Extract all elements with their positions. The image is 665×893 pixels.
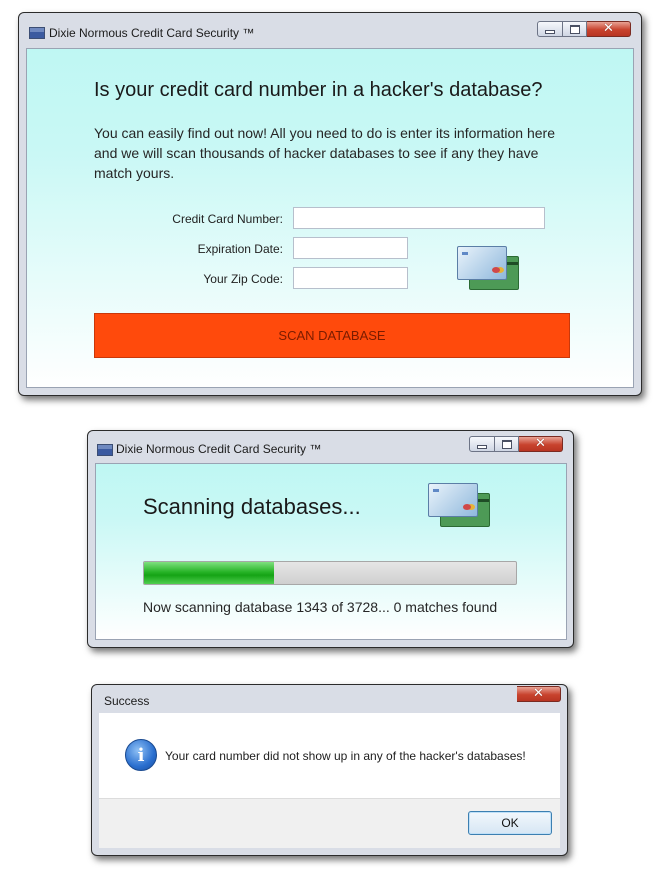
- close-icon: ✕: [533, 686, 544, 701]
- close-icon: ✕: [603, 21, 614, 36]
- minimize-button[interactable]: [469, 436, 495, 452]
- maximize-icon: [569, 24, 580, 34]
- main-window: Dixie Normous Credit Card Security ™ ✕ I…: [18, 12, 642, 396]
- minimize-icon: [477, 444, 487, 449]
- credit-cards-icon: [426, 481, 492, 529]
- close-icon: ✕: [535, 436, 546, 451]
- success-dialog-footer: OK: [99, 798, 560, 848]
- scan-progress-fill: [144, 562, 275, 584]
- success-dialog-content: i Your card number did not show up in an…: [99, 713, 560, 848]
- page-heading: Is your credit card number in a hacker's…: [94, 79, 543, 101]
- scanning-heading: Scanning databases...: [143, 494, 361, 519]
- scanning-window: Dixie Normous Credit Card Security ™ ✕ S…: [87, 430, 574, 648]
- intro-text: You can easily find out now! All you nee…: [94, 125, 555, 181]
- main-window-titlebar[interactable]: Dixie Normous Credit Card Security ™ ✕: [19, 13, 641, 43]
- scanning-window-titlebar[interactable]: Dixie Normous Credit Card Security ™ ✕: [88, 431, 573, 461]
- card-number-label: Credit Card Number:: [172, 212, 283, 226]
- card-number-input[interactable]: [293, 207, 545, 229]
- maximize-button[interactable]: [495, 436, 519, 452]
- zip-code-input[interactable]: [293, 267, 408, 289]
- expiration-date-input[interactable]: [293, 237, 408, 259]
- success-dialog-titlebar[interactable]: Success ✕: [92, 685, 567, 715]
- ok-button[interactable]: OK: [468, 811, 552, 835]
- scan-status-text: Now scanning database 1343 of 3728... 0 …: [143, 599, 498, 615]
- app-window-icon: [29, 27, 45, 39]
- main-window-controls: ✕: [537, 21, 631, 37]
- scan-database-button[interactable]: SCAN DATABASE: [94, 313, 570, 358]
- scanning-window-content: Scanning databases... Now scanning datab…: [95, 463, 567, 640]
- close-button[interactable]: ✕: [587, 21, 631, 37]
- close-button[interactable]: ✕: [519, 436, 563, 452]
- scanning-window-title: Dixie Normous Credit Card Security ™: [116, 442, 322, 456]
- minimize-icon: [545, 29, 555, 34]
- main-window-content: Is your credit card number in a hacker's…: [26, 48, 634, 388]
- main-window-title: Dixie Normous Credit Card Security ™: [49, 26, 255, 40]
- minimize-button[interactable]: [537, 21, 563, 37]
- success-message: Your card number did not show up in any …: [165, 749, 526, 763]
- maximize-icon: [501, 439, 512, 449]
- app-window-icon: [97, 444, 113, 456]
- scanning-window-controls: ✕: [469, 436, 563, 452]
- expiration-date-label: Expiration Date:: [197, 242, 283, 256]
- scan-progress-bar: [143, 561, 517, 585]
- success-dialog: Success ✕ i Your card number did not sho…: [91, 684, 568, 856]
- success-dialog-title: Success: [104, 694, 150, 708]
- maximize-button[interactable]: [563, 21, 587, 37]
- credit-cards-icon: [455, 244, 521, 292]
- success-dialog-controls: ✕: [517, 686, 561, 702]
- zip-code-label: Your Zip Code:: [203, 272, 283, 286]
- info-icon: i: [125, 739, 157, 771]
- close-button[interactable]: ✕: [517, 686, 561, 702]
